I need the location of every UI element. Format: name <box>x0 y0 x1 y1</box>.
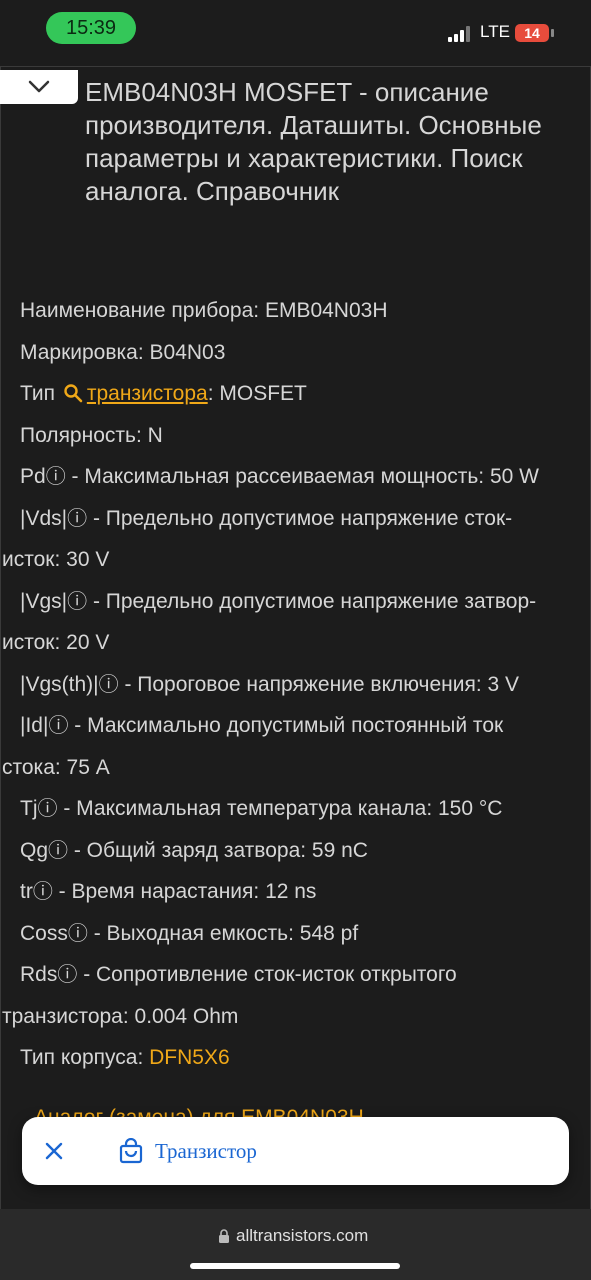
spec-coss-text: - Выходная емкость: 548 pf <box>87 922 359 945</box>
info-icon[interactable]: ⓘ <box>48 840 68 862</box>
spec-polarity: Полярность: N <box>20 424 163 447</box>
spec-pd-symbol: Pd <box>20 465 46 488</box>
spec-tr-symbol: tr <box>20 880 33 903</box>
shopping-bag-icon <box>119 1138 143 1164</box>
collapse-button[interactable] <box>0 70 78 104</box>
transistor-type-link[interactable]: транзистора <box>87 382 208 405</box>
info-icon[interactable]: ⓘ <box>99 674 119 696</box>
search-icon[interactable] <box>63 383 83 403</box>
spec-vgsth-symbol: |Vgs(th)| <box>20 673 99 696</box>
spec-package-label: Тип корпуса: <box>20 1046 150 1069</box>
spec-coss: Cossⓘ - Выходная емкость: 548 pf <box>20 921 358 947</box>
info-icon[interactable]: ⓘ <box>57 964 77 986</box>
info-icon[interactable]: ⓘ <box>48 715 68 737</box>
close-icon[interactable] <box>42 1139 66 1163</box>
status-time: 15:39 <box>46 12 136 44</box>
spec-coss-symbol: Coss <box>20 922 68 945</box>
spec-vgs-symbol: |Vgs| <box>20 590 68 613</box>
spec-vgsth-text: - Пороговое напряжение включения: 3 V <box>118 673 520 696</box>
spec-tj: Tjⓘ - Максимальная температура канала: 1… <box>20 796 502 822</box>
spec-qg-symbol: Qg <box>20 839 49 862</box>
spec-id: |Id|ⓘ - Максимально допустимый постоянны… <box>20 713 503 739</box>
spec-vgs: |Vgs|ⓘ - Предельно допустимое напряжение… <box>20 589 536 615</box>
spec-tr-text: - Время нарастания: 12 ns <box>52 880 317 903</box>
spec-id-cont: стока: 75 A <box>2 756 110 779</box>
info-icon[interactable]: ⓘ <box>67 508 87 530</box>
spec-qg: Qgⓘ - Общий заряд затвора: 59 nC <box>20 838 368 864</box>
spec-vgsth: |Vgs(th)|ⓘ - Пороговое напряжение включе… <box>20 672 519 698</box>
home-indicator[interactable] <box>190 1263 400 1269</box>
spec-pd-text: - Максимальная рассеиваемая мощность: 50… <box>65 465 539 488</box>
spec-vgs-text: - Предельно допустимое напряжение затвор… <box>87 590 537 613</box>
spec-rds-symbol: Rds <box>20 963 58 986</box>
info-icon[interactable]: ⓘ <box>67 591 87 613</box>
battery-level: 14 <box>515 24 549 42</box>
spec-vds-text: - Предельно допустимое напряжение сток- <box>87 507 513 530</box>
info-icon[interactable]: ⓘ <box>68 923 88 945</box>
page-title: EMB04N03H MOSFET - описание производител… <box>85 77 542 206</box>
lock-icon <box>219 1229 229 1243</box>
spec-tj-symbol: Tj <box>20 797 38 820</box>
spec-tr: trⓘ - Время нарастания: 12 ns <box>20 879 316 905</box>
signal-icon <box>448 26 472 42</box>
spec-rds-cont: транзистора: 0.004 Ohm <box>2 1005 239 1028</box>
spec-marking-label: Маркировка: <box>20 341 150 364</box>
spec-rds: Rdsⓘ - Сопротивление сток-исток открытог… <box>20 962 457 988</box>
spec-vds: |Vds|ⓘ - Предельно допустимое напряжение… <box>20 506 512 532</box>
spec-vgs-cont: исток: 20 V <box>2 631 110 654</box>
info-icon[interactable]: ⓘ <box>46 466 66 488</box>
card-label[interactable]: Транзистор <box>155 1139 257 1164</box>
info-icon[interactable]: ⓘ <box>33 881 53 903</box>
url-display[interactable]: alltransistors.com <box>236 1226 368 1246</box>
spec-id-text: - Максимально допустимый постоянный ток <box>68 714 504 737</box>
spec-type: Тип транзистора: MOSFET <box>20 381 307 407</box>
spec-pd: Pdⓘ - Максимальная рассеиваемая мощность… <box>20 464 539 490</box>
spec-name: Наименование прибора: EMB04N03H <box>20 298 388 324</box>
shopping-card[interactable]: Транзистор <box>22 1117 569 1185</box>
status-bar: 15:39 LTE 14 <box>0 0 591 64</box>
package-link[interactable]: DFN5X6 <box>149 1046 230 1069</box>
spec-vds-cont: исток: 30 V <box>2 548 110 571</box>
info-icon[interactable]: ⓘ <box>38 798 58 820</box>
spec-type-label: Тип <box>20 382 61 405</box>
chevron-down-icon <box>28 80 50 93</box>
spec-vds-symbol: |Vds| <box>20 507 68 530</box>
spec-rds-text: - Сопротивление сток-исток открытого <box>77 963 457 986</box>
spec-package: Тип корпуса: DFN5X6 <box>20 1045 230 1071</box>
spec-id-symbol: |Id| <box>20 714 49 737</box>
spec-type-value: : MOSFET <box>207 382 307 405</box>
network-type: LTE <box>480 22 510 41</box>
spec-tj-text: - Максимальная температура канала: 150 °… <box>57 797 503 820</box>
spec-marking: Маркировка: B04N03 <box>20 340 225 366</box>
spec-name-value: EMB04N03H <box>264 299 388 322</box>
battery-tip <box>551 29 554 37</box>
spec-marking-value: B04N03 <box>149 341 226 364</box>
spec-qg-text: - Общий заряд затвора: 59 nC <box>68 839 368 862</box>
spec-name-label: Наименование прибора: <box>20 299 265 322</box>
